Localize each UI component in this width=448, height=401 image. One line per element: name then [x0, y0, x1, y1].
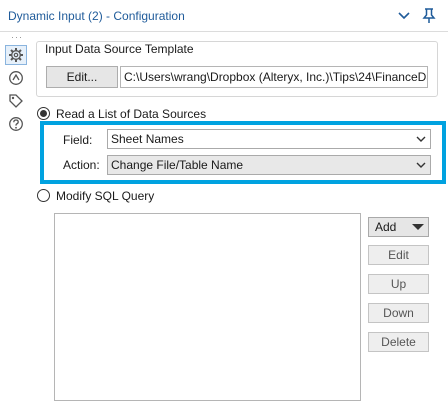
field-dropdown[interactable]: Sheet Names	[107, 129, 431, 149]
action-dropdown[interactable]: Change File/Table Name	[107, 155, 431, 175]
radio-selected-dot	[40, 110, 47, 117]
collapse-chevron-icon[interactable]	[394, 6, 414, 26]
title-bar: Dynamic Input (2) - Configuration	[0, 0, 448, 32]
chevron-down-icon	[416, 136, 426, 142]
caret-down-icon	[412, 224, 424, 230]
action-dropdown-value: Change File/Table Name	[111, 158, 244, 172]
template-edit-button[interactable]: Edit...	[46, 66, 118, 88]
tag-icon[interactable]	[5, 91, 27, 111]
field-dropdown-value: Sheet Names	[111, 132, 184, 146]
sql-edit-button[interactable]: Edit	[368, 245, 429, 265]
template-path-field[interactable]: C:\Users\wrang\Dropbox (Alteryx, Inc.)\T…	[120, 66, 428, 88]
overflow-dots-icon: ···	[11, 32, 23, 42]
add-button-label: Add	[375, 220, 397, 234]
read-list-radio[interactable]	[37, 107, 50, 120]
sql-down-button[interactable]: Down	[368, 303, 429, 323]
field-label: Field:	[63, 133, 93, 147]
sql-actions-list[interactable]	[54, 213, 361, 401]
read-list-label[interactable]: Read a List of Data Sources	[56, 107, 206, 121]
modify-sql-label[interactable]: Modify SQL Query	[56, 189, 154, 203]
window-title: Dynamic Input (2) - Configuration	[8, 9, 185, 23]
add-dropdown-button[interactable]: Add	[368, 217, 429, 237]
sql-up-button[interactable]: Up	[368, 274, 429, 294]
sql-delete-button[interactable]: Delete	[368, 332, 429, 352]
modify-sql-radio[interactable]	[37, 189, 50, 202]
template-group-label: Input Data Source Template	[45, 42, 194, 56]
action-label: Action:	[63, 158, 100, 172]
chevron-down-icon	[416, 162, 426, 168]
pin-icon[interactable]	[419, 6, 439, 26]
gear-icon[interactable]	[5, 45, 27, 65]
navigate-icon[interactable]	[5, 68, 27, 88]
help-icon[interactable]	[5, 114, 27, 134]
